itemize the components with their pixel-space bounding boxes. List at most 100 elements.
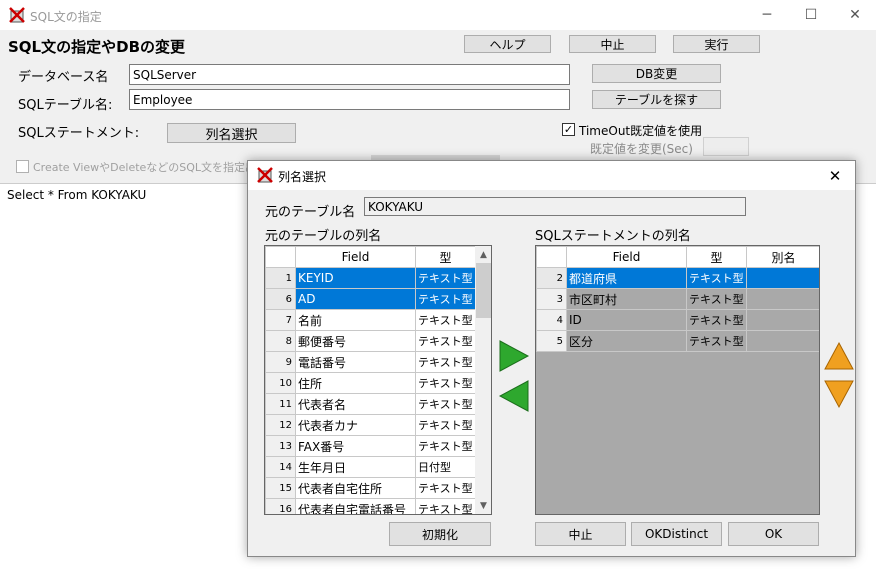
dialog-cancel-button[interactable]: 中止 bbox=[535, 522, 626, 546]
timeout-checkbox[interactable]: ✓ bbox=[562, 123, 575, 136]
row-number[interactable]: 7 bbox=[265, 309, 296, 331]
row-number[interactable]: 1 bbox=[265, 267, 296, 289]
table-row[interactable]: 4 ID テキスト型 bbox=[536, 309, 819, 331]
alias-cell[interactable] bbox=[746, 309, 819, 331]
table-row[interactable]: 7 名前 テキスト型 bbox=[265, 309, 476, 331]
alias-cell[interactable] bbox=[746, 267, 819, 289]
table-row[interactable]: 12 代表者カナ テキスト型 bbox=[265, 414, 476, 436]
column-header-type[interactable]: 型 bbox=[686, 246, 747, 268]
row-number[interactable]: 2 bbox=[536, 267, 567, 289]
row-number[interactable]: 8 bbox=[265, 330, 296, 352]
help-button[interactable]: ヘルプ bbox=[464, 35, 551, 53]
maximize-icon[interactable]: ☐ bbox=[788, 0, 834, 30]
row-number[interactable]: 15 bbox=[265, 477, 296, 499]
run-button[interactable]: 実行 bbox=[673, 35, 760, 53]
dialog-close-icon[interactable]: ✕ bbox=[815, 161, 855, 190]
table-row[interactable]: 9 電話番号 テキスト型 bbox=[265, 351, 476, 373]
table-row[interactable]: 5 区分 テキスト型 bbox=[536, 330, 819, 352]
type-cell[interactable]: テキスト型 bbox=[415, 288, 476, 310]
type-cell[interactable]: テキスト型 bbox=[415, 393, 476, 415]
close-icon[interactable]: ✕ bbox=[832, 0, 876, 30]
type-cell[interactable]: テキスト型 bbox=[415, 372, 476, 394]
field-cell[interactable]: 市区町村 bbox=[566, 288, 687, 310]
table-row[interactable]: 6 AD テキスト型 bbox=[265, 288, 476, 310]
alias-cell[interactable] bbox=[746, 330, 819, 352]
move-up-arrow-icon[interactable] bbox=[823, 341, 855, 371]
table-row[interactable]: 11 代表者名 テキスト型 bbox=[265, 393, 476, 415]
type-cell[interactable]: テキスト型 bbox=[686, 288, 747, 310]
column-header-alias[interactable]: 別名 bbox=[746, 246, 819, 268]
init-button[interactable]: 初期化 bbox=[389, 522, 491, 546]
column-header-field[interactable]: Field bbox=[566, 246, 687, 268]
ok-distinct-button[interactable]: OKDistinct bbox=[631, 522, 722, 546]
field-cell[interactable]: 生年月日 bbox=[295, 456, 416, 478]
timeout-value-input[interactable] bbox=[703, 137, 749, 156]
row-number[interactable]: 9 bbox=[265, 351, 296, 373]
row-number[interactable]: 13 bbox=[265, 435, 296, 457]
type-cell[interactable]: テキスト型 bbox=[686, 330, 747, 352]
field-cell[interactable]: 区分 bbox=[566, 330, 687, 352]
table-row[interactable]: 14 生年月日 日付型 bbox=[265, 456, 476, 478]
scroll-down-icon[interactable]: ▼ bbox=[475, 497, 491, 514]
database-input[interactable]: SQLServer bbox=[129, 64, 570, 85]
type-cell[interactable]: テキスト型 bbox=[415, 351, 476, 373]
field-cell[interactable]: 電話番号 bbox=[295, 351, 416, 373]
field-cell[interactable]: 代表者自宅電話番号 bbox=[295, 498, 416, 514]
row-number[interactable]: 3 bbox=[536, 288, 567, 310]
type-cell[interactable]: テキスト型 bbox=[415, 498, 476, 514]
field-cell[interactable]: 都道府県 bbox=[566, 267, 687, 289]
field-cell[interactable]: AD bbox=[295, 288, 416, 310]
table-row[interactable]: 10 住所 テキスト型 bbox=[265, 372, 476, 394]
selected-columns-grid[interactable]: Field 型 別名 2 都道府県 テキスト型 3 市区町村 テキスト型 4 ID テキスト型 5… bbox=[535, 245, 820, 515]
field-cell[interactable]: 代表者カナ bbox=[295, 414, 416, 436]
row-number[interactable]: 12 bbox=[265, 414, 296, 436]
ok-button[interactable]: OK bbox=[728, 522, 819, 546]
type-cell[interactable]: テキスト型 bbox=[686, 267, 747, 289]
row-number[interactable]: 6 bbox=[265, 288, 296, 310]
minimize-icon[interactable]: ─ bbox=[744, 0, 790, 30]
row-number[interactable]: 10 bbox=[265, 372, 296, 394]
field-cell[interactable]: ID bbox=[566, 309, 687, 331]
find-table-button[interactable]: テーブルを探す bbox=[592, 90, 721, 109]
field-cell[interactable]: 代表者自宅住所 bbox=[295, 477, 416, 499]
scroll-up-icon[interactable]: ▲ bbox=[475, 246, 491, 263]
cancel-button[interactable]: 中止 bbox=[569, 35, 656, 53]
move-left-arrow-icon[interactable] bbox=[498, 379, 530, 413]
type-cell[interactable]: テキスト型 bbox=[415, 414, 476, 436]
row-number[interactable]: 4 bbox=[536, 309, 567, 331]
move-down-arrow-icon[interactable] bbox=[823, 379, 855, 409]
field-cell[interactable]: 住所 bbox=[295, 372, 416, 394]
field-cell[interactable]: 郵便番号 bbox=[295, 330, 416, 352]
row-number[interactable]: 14 bbox=[265, 456, 296, 478]
field-cell[interactable]: 代表者名 bbox=[295, 393, 416, 415]
table-row[interactable]: 2 都道府県 テキスト型 bbox=[536, 267, 819, 289]
field-cell[interactable]: FAX番号 bbox=[295, 435, 416, 457]
type-cell[interactable]: テキスト型 bbox=[415, 330, 476, 352]
type-cell[interactable]: テキスト型 bbox=[415, 309, 476, 331]
type-cell[interactable]: テキスト型 bbox=[415, 267, 476, 289]
table-row[interactable]: 1 KEYID テキスト型 bbox=[265, 267, 476, 289]
column-header-type[interactable]: 型 bbox=[415, 246, 476, 268]
column-select-button[interactable]: 列名選択 bbox=[167, 123, 296, 143]
row-number[interactable]: 11 bbox=[265, 393, 296, 415]
scrollbar-thumb[interactable] bbox=[476, 263, 491, 318]
table-row[interactable]: 3 市区町村 テキスト型 bbox=[536, 288, 819, 310]
type-cell[interactable]: テキスト型 bbox=[415, 435, 476, 457]
field-cell[interactable]: KEYID bbox=[295, 267, 416, 289]
table-row[interactable]: 15 代表者自宅住所 テキスト型 bbox=[265, 477, 476, 499]
table-row[interactable]: 13 FAX番号 テキスト型 bbox=[265, 435, 476, 457]
create-view-checkbox[interactable] bbox=[16, 160, 29, 173]
type-cell[interactable]: 日付型 bbox=[415, 456, 476, 478]
sql-table-input[interactable]: Employee bbox=[129, 89, 570, 110]
move-right-arrow-icon[interactable] bbox=[498, 339, 530, 373]
table-row[interactable]: 8 郵便番号 テキスト型 bbox=[265, 330, 476, 352]
type-cell[interactable]: テキスト型 bbox=[686, 309, 747, 331]
field-cell[interactable]: 名前 bbox=[295, 309, 416, 331]
source-columns-grid[interactable]: Field 型 1 KEYID テキスト型 6 AD テキスト型 7 名前 テキスト型 8 郵便番号… bbox=[264, 245, 492, 515]
column-header-field[interactable]: Field bbox=[295, 246, 416, 268]
row-number[interactable]: 5 bbox=[536, 330, 567, 352]
source-grid-scrollbar[interactable]: ▲ ▼ bbox=[475, 246, 491, 514]
type-cell[interactable]: テキスト型 bbox=[415, 477, 476, 499]
row-number[interactable]: 16 bbox=[265, 498, 296, 514]
db-change-button[interactable]: DB変更 bbox=[592, 64, 721, 83]
